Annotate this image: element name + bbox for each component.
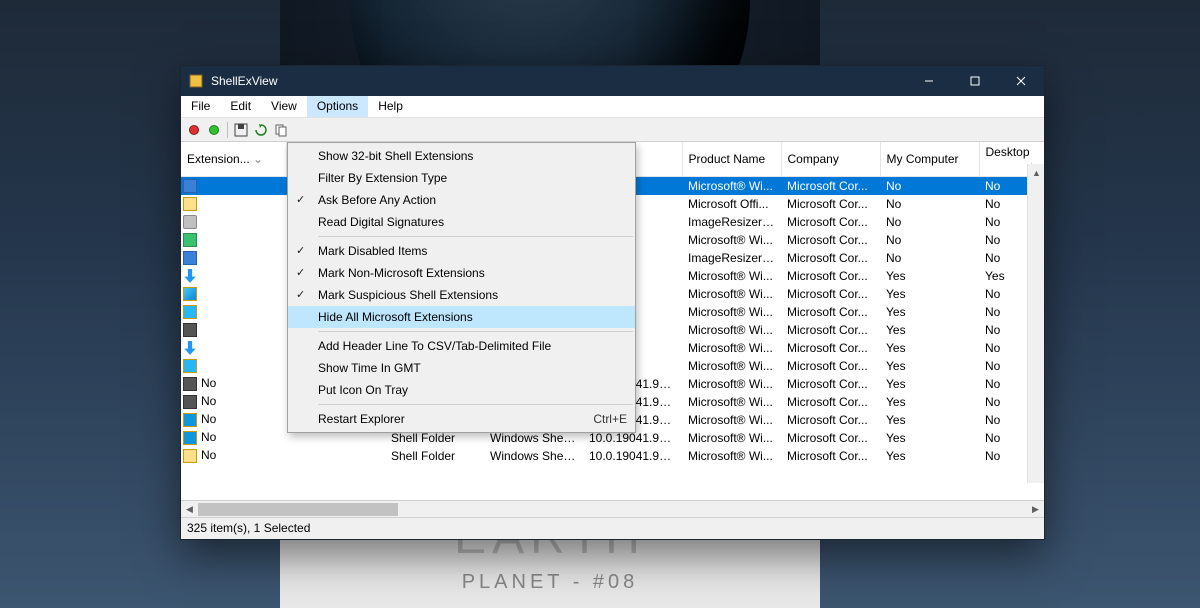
app-icon xyxy=(181,74,211,88)
menu-option-label: Hide All Microsoft Extensions xyxy=(318,310,473,324)
save-icon[interactable] xyxy=(234,123,248,137)
disable-icon[interactable] xyxy=(187,123,201,137)
menu-options[interactable]: Options xyxy=(307,96,368,117)
row-icon xyxy=(183,269,197,283)
check-icon: ✓ xyxy=(296,193,305,206)
options-dropdown: Show 32-bit Shell Extensions Filter By Ex… xyxy=(287,142,636,433)
menu-help[interactable]: Help xyxy=(368,96,413,117)
titlebar[interactable]: ShellExView xyxy=(181,66,1044,96)
scroll-up-icon[interactable]: ▲ xyxy=(1028,164,1044,181)
close-button[interactable] xyxy=(998,66,1044,96)
row-icon xyxy=(183,233,197,247)
menu-option-label: Filter By Extension Type xyxy=(318,171,447,185)
column-header[interactable]: Extension... ⌄ xyxy=(181,142,286,177)
menu-option[interactable]: Show Time In GMT xyxy=(288,357,635,379)
row-icon xyxy=(183,359,197,373)
menu-option[interactable]: Read Digital Signatures xyxy=(288,211,635,233)
menu-option-label: Mark Suspicious Shell Extensions xyxy=(318,288,498,302)
menu-edit[interactable]: Edit xyxy=(220,96,261,117)
menu-option[interactable]: ✓ Ask Before Any Action xyxy=(288,189,635,211)
check-icon: ✓ xyxy=(296,244,305,257)
menu-option[interactable]: Put Icon On Tray xyxy=(288,379,635,401)
vertical-scrollbar[interactable]: ▲ xyxy=(1027,164,1044,483)
app-window: ShellExView FileEditViewOptionsHelp Exte… xyxy=(180,65,1045,540)
menu-option-label: Restart Explorer xyxy=(318,412,405,426)
wallpaper-subtitle: PLANET - #08 xyxy=(462,571,639,594)
menu-option-label: Put Icon On Tray xyxy=(318,383,408,397)
minimize-button[interactable] xyxy=(906,66,952,96)
statusbar: 325 item(s), 1 Selected xyxy=(181,517,1044,539)
menu-option[interactable]: ✓ Mark Disabled Items xyxy=(288,240,635,262)
column-header[interactable]: My Computer xyxy=(880,142,979,177)
menu-option-label: Show 32-bit Shell Extensions xyxy=(318,149,473,163)
menu-option[interactable]: Hide All Microsoft Extensions xyxy=(288,306,635,328)
row-icon xyxy=(183,197,197,211)
content-area: Extension... ⌄ Product NameCompanyMy Comp… xyxy=(181,142,1044,517)
window-title: ShellExView xyxy=(211,74,906,88)
menu-option[interactable]: Add Header Line To CSV/Tab-Delimited Fil… xyxy=(288,335,635,357)
row-icon xyxy=(183,323,197,337)
column-header[interactable]: Company xyxy=(781,142,880,177)
row-icon xyxy=(183,395,197,409)
check-icon: ✓ xyxy=(296,288,305,301)
menu-option[interactable]: ✓ Mark Suspicious Shell Extensions xyxy=(288,284,635,306)
menu-option-label: Mark Non-Microsoft Extensions xyxy=(318,266,485,280)
maximize-button[interactable] xyxy=(952,66,998,96)
menu-option[interactable]: ✓ Mark Non-Microsoft Extensions xyxy=(288,262,635,284)
menu-option[interactable]: Restart Explorer Ctrl+E xyxy=(288,408,635,430)
menu-option-label: Mark Disabled Items xyxy=(318,244,427,258)
toolbar xyxy=(181,118,1044,142)
menu-option[interactable]: Filter By Extension Type xyxy=(288,167,635,189)
row-icon xyxy=(183,305,197,319)
row-icon xyxy=(183,179,197,193)
refresh-icon[interactable] xyxy=(254,123,268,137)
column-header[interactable]: Product Name xyxy=(682,142,781,177)
menubar: FileEditViewOptionsHelp xyxy=(181,96,1044,118)
enable-icon[interactable] xyxy=(207,123,221,137)
copy-icon[interactable] xyxy=(274,123,288,137)
menu-shortcut: Ctrl+E xyxy=(593,412,627,426)
row-icon xyxy=(183,413,197,427)
status-text: 325 item(s), 1 Selected xyxy=(187,521,310,535)
scroll-left-icon[interactable]: ◀ xyxy=(181,501,198,518)
menu-option[interactable]: Show 32-bit Shell Extensions xyxy=(288,145,635,167)
row-icon xyxy=(183,377,197,391)
row-icon xyxy=(183,449,197,463)
table-row[interactable]: NoShell FolderWindows Shell...10.0.19041… xyxy=(181,447,1044,465)
menu-option-label: Show Time In GMT xyxy=(318,361,421,375)
row-icon xyxy=(183,341,197,355)
menu-view[interactable]: View xyxy=(261,96,307,117)
scroll-right-icon[interactable]: ▶ xyxy=(1027,501,1044,518)
row-icon xyxy=(183,431,197,445)
row-icon xyxy=(183,215,197,229)
menu-option-label: Ask Before Any Action xyxy=(318,193,436,207)
menu-option-label: Add Header Line To CSV/Tab-Delimited Fil… xyxy=(318,339,551,353)
check-icon: ✓ xyxy=(296,266,305,279)
menu-option-label: Read Digital Signatures xyxy=(318,215,444,229)
horizontal-scrollbar[interactable]: ◀ ▶ xyxy=(181,500,1044,517)
row-icon xyxy=(183,251,197,265)
menu-file[interactable]: File xyxy=(181,96,220,117)
scroll-thumb[interactable] xyxy=(198,503,398,516)
row-icon xyxy=(183,287,197,301)
